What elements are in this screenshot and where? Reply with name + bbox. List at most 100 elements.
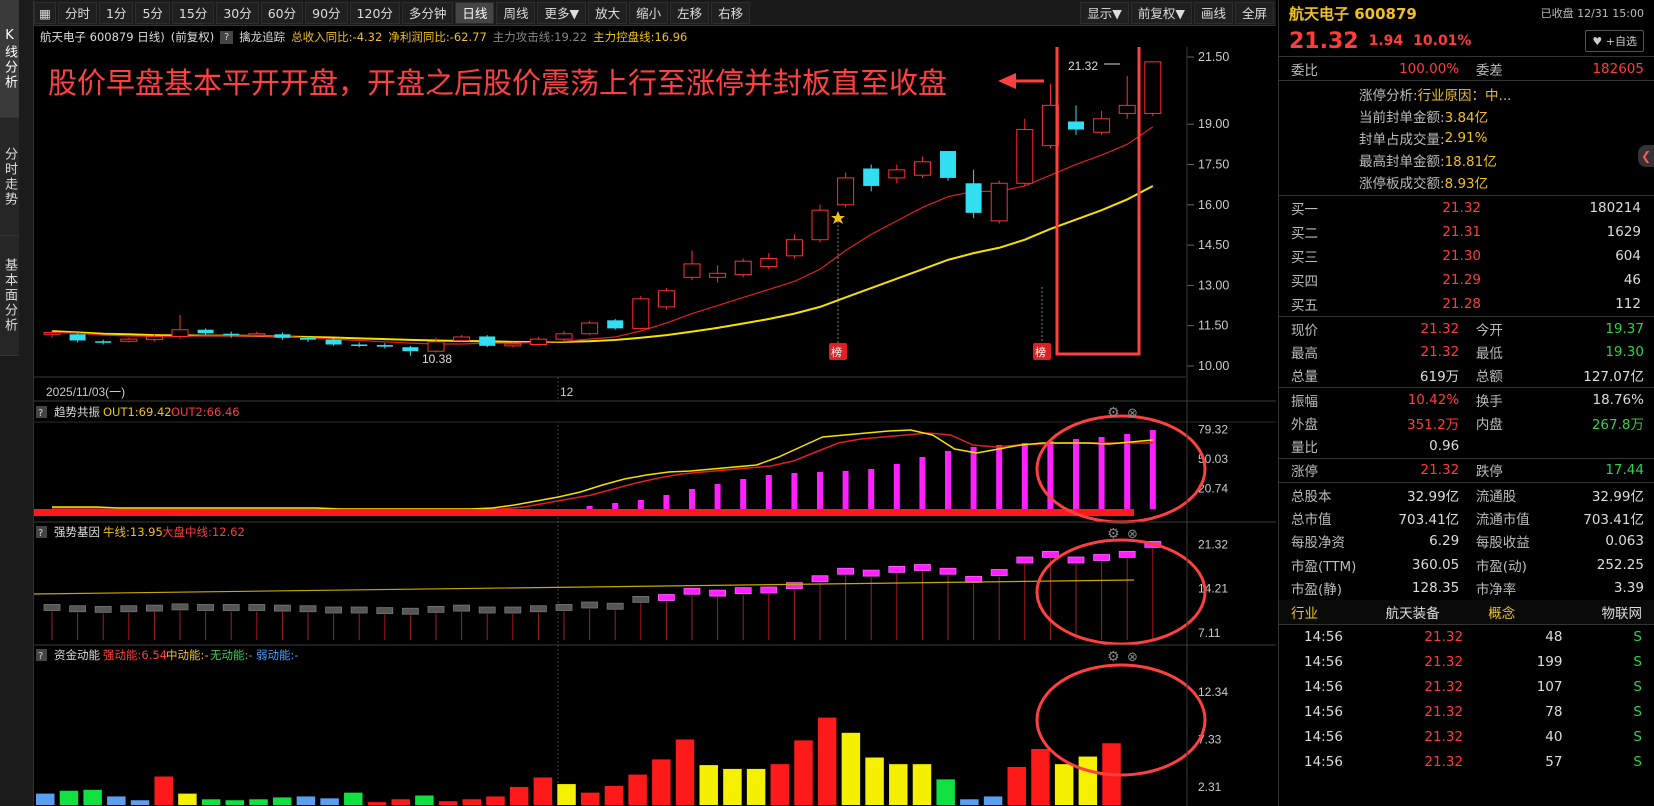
help-icon[interactable]: ? xyxy=(220,30,234,44)
display-menu-button[interactable]: 显示▼ xyxy=(1080,1,1129,24)
svg-text:弱动能:-: 弱动能:- xyxy=(256,648,299,662)
quote-stats: 现价 21.32 今开 19.37 最高 21.32 最低 19.30 总量 619万 总额 127.… xyxy=(1279,317,1654,600)
svg-text:无动能:-: 无动能:- xyxy=(210,648,253,662)
panel-fund-momentum[interactable]: ? 资金动能 强动能:6.54 中动能:- 无动能:- 弱动能:- 12.347… xyxy=(34,644,1276,805)
svg-text:大盘中线:12.62: 大盘中线:12.62 xyxy=(162,525,245,539)
order-book-row[interactable]: 买四 21.29 46 xyxy=(1279,268,1654,292)
svg-text:资金动能: 资金动能 xyxy=(54,648,100,662)
panel3-bar xyxy=(936,779,955,805)
candle xyxy=(1068,105,1084,135)
period-button[interactable]: 60分 xyxy=(260,1,304,24)
candle xyxy=(1093,110,1111,135)
period-button[interactable]: 120分 xyxy=(349,1,400,24)
order-book-row[interactable]: 买一 21.32 180214 xyxy=(1279,196,1654,220)
candle xyxy=(607,318,624,330)
grid-icon[interactable]: ▦ xyxy=(34,1,56,24)
panel3-bar xyxy=(794,740,813,805)
close-icon[interactable]: ⊗ xyxy=(1127,527,1138,542)
price-tick-label: 17.50 xyxy=(1198,157,1229,171)
candle xyxy=(43,331,61,338)
period-button[interactable]: 分时 xyxy=(58,1,98,24)
stat-row: 总量 619万 总额 127.07亿 xyxy=(1291,369,1644,386)
panel1-bar xyxy=(1124,434,1131,509)
candle xyxy=(376,343,393,349)
chart-action-button[interactable]: 左移 xyxy=(670,1,710,24)
panel-strong-gene[interactable]: ? 强势基因 牛线:13.95 大盘中线:12.62 21.3214.217.1… xyxy=(34,521,1276,646)
tab-kline-analysis[interactable]: K线分析 xyxy=(0,0,19,118)
stock-title: 航天电子 600879 xyxy=(1289,4,1417,23)
panel1-bar xyxy=(817,472,823,509)
stat-row: 量比 0.96 xyxy=(1291,438,1460,457)
collapse-arrow-icon[interactable]: ❮ xyxy=(1638,145,1654,167)
period-button[interactable]: 5分 xyxy=(135,1,170,24)
kline-chart[interactable]: 21.50 19.00 17.50 16.00 14.50 13.00 11.50 10.00… xyxy=(34,47,1276,806)
candle xyxy=(863,164,880,192)
panel2-bar xyxy=(658,594,675,601)
panel3-bar xyxy=(178,793,197,805)
close-icon[interactable]: ⊗ xyxy=(1127,406,1138,421)
panel3-bar xyxy=(841,732,861,805)
panel3-tick-label: 12.34 xyxy=(1198,685,1228,699)
panel3-bar xyxy=(130,800,150,805)
svg-text:OUT2:66.46: OUT2:66.46 xyxy=(171,405,240,419)
period-button[interactable]: 多分钟 xyxy=(401,1,454,24)
tab-intraday[interactable]: 分时走势 xyxy=(0,118,19,236)
panel3-bar xyxy=(36,793,55,805)
period-button[interactable]: 1分 xyxy=(99,1,134,24)
panel1-bar xyxy=(842,471,849,509)
price-tick-label: 21.50 xyxy=(1198,50,1229,64)
fullscreen-button[interactable]: 全屏 xyxy=(1234,1,1274,24)
panel3-bar xyxy=(344,792,363,805)
panel2-bar xyxy=(146,604,163,612)
svg-text:中动能:-: 中动能:- xyxy=(166,648,209,662)
panel-trend-resonance[interactable]: ? 趋势共振 OUT1:69.42 OUT2:66.46 79.3250.032… xyxy=(34,402,1276,524)
order-book-row[interactable]: 买二 21.31 1629 xyxy=(1279,220,1654,244)
panel3-bar xyxy=(746,768,766,805)
period-button[interactable]: 周线 xyxy=(496,1,536,24)
panel3-bar xyxy=(509,786,529,805)
rank-badge[interactable]: 榜 xyxy=(829,217,847,360)
highlight-ellipse xyxy=(1035,663,1207,777)
panel2-bar xyxy=(990,569,1008,576)
gear-icon[interactable]: ⚙ xyxy=(1107,405,1120,421)
current-price: 21.32 xyxy=(1289,28,1359,54)
panel2-bar xyxy=(1016,556,1034,564)
candle xyxy=(120,337,138,343)
panel2-tick-label: 7.11 xyxy=(1198,626,1221,640)
candle xyxy=(479,335,496,348)
draw-line-button[interactable]: 画线 xyxy=(1193,1,1233,24)
panel3-bar xyxy=(1007,767,1027,805)
indicator-name[interactable]: 擒龙追踪 xyxy=(239,29,285,45)
order-book-row[interactable]: 买五 21.28 112 xyxy=(1279,292,1654,316)
rank-badge[interactable]: 榜 xyxy=(1033,287,1051,360)
panel1-bar xyxy=(1149,430,1156,509)
order-book-row[interactable]: 买三 21.30 604 xyxy=(1279,244,1654,268)
close-icon[interactable]: ⊗ xyxy=(1127,650,1138,665)
panel1-bar xyxy=(612,503,619,509)
tab-fundamental[interactable]: 基本面分析 xyxy=(0,236,19,356)
panel2-bar xyxy=(683,587,701,595)
panel1-bar xyxy=(714,484,721,509)
profit-yoy: 净利润同比:-62.77 xyxy=(388,30,487,44)
add-watchlist-button[interactable]: ♥ +自选 xyxy=(1585,30,1644,52)
price-axis: 21.50 19.00 17.50 16.00 14.50 13.00 11.50 10.00 xyxy=(1198,50,1229,373)
period-button[interactable]: 更多▼ xyxy=(537,1,587,24)
industry-row[interactable]: 行业 航天装备 概念 物联网 xyxy=(1279,599,1654,624)
stat-row: 外盘 351.2万 内盘 267.8万 xyxy=(1291,416,1644,433)
period-button[interactable]: 30分 xyxy=(216,1,259,24)
gear-icon[interactable]: ⚙ xyxy=(1107,649,1120,665)
chart-action-button[interactable]: 缩小 xyxy=(629,1,669,24)
control-line: 主力控盘线:16.96 xyxy=(593,30,688,44)
period-button[interactable]: 90分 xyxy=(305,1,348,24)
period-button[interactable]: 日线 xyxy=(455,1,495,24)
adjust-menu-button[interactable]: 前复权▼ xyxy=(1130,1,1192,24)
panel3-tick-label: 2.31 xyxy=(1198,780,1222,794)
stat-row: 现价 21.32 今开 19.37 xyxy=(1291,320,1644,339)
chart-action-button[interactable]: 放大 xyxy=(588,1,628,24)
ma-line xyxy=(51,126,1154,345)
gear-icon[interactable]: ⚙ xyxy=(1107,526,1120,542)
period-button[interactable]: 15分 xyxy=(171,1,215,24)
limit-up-analysis: 涨停分析: 行业原因：中... 当前封单金额: 3.84亿 封单占成交量: 2.91% 最高… xyxy=(1279,81,1654,195)
price-change-pct: 10.01% xyxy=(1413,33,1472,49)
chart-action-button[interactable]: 右移 xyxy=(711,1,751,24)
